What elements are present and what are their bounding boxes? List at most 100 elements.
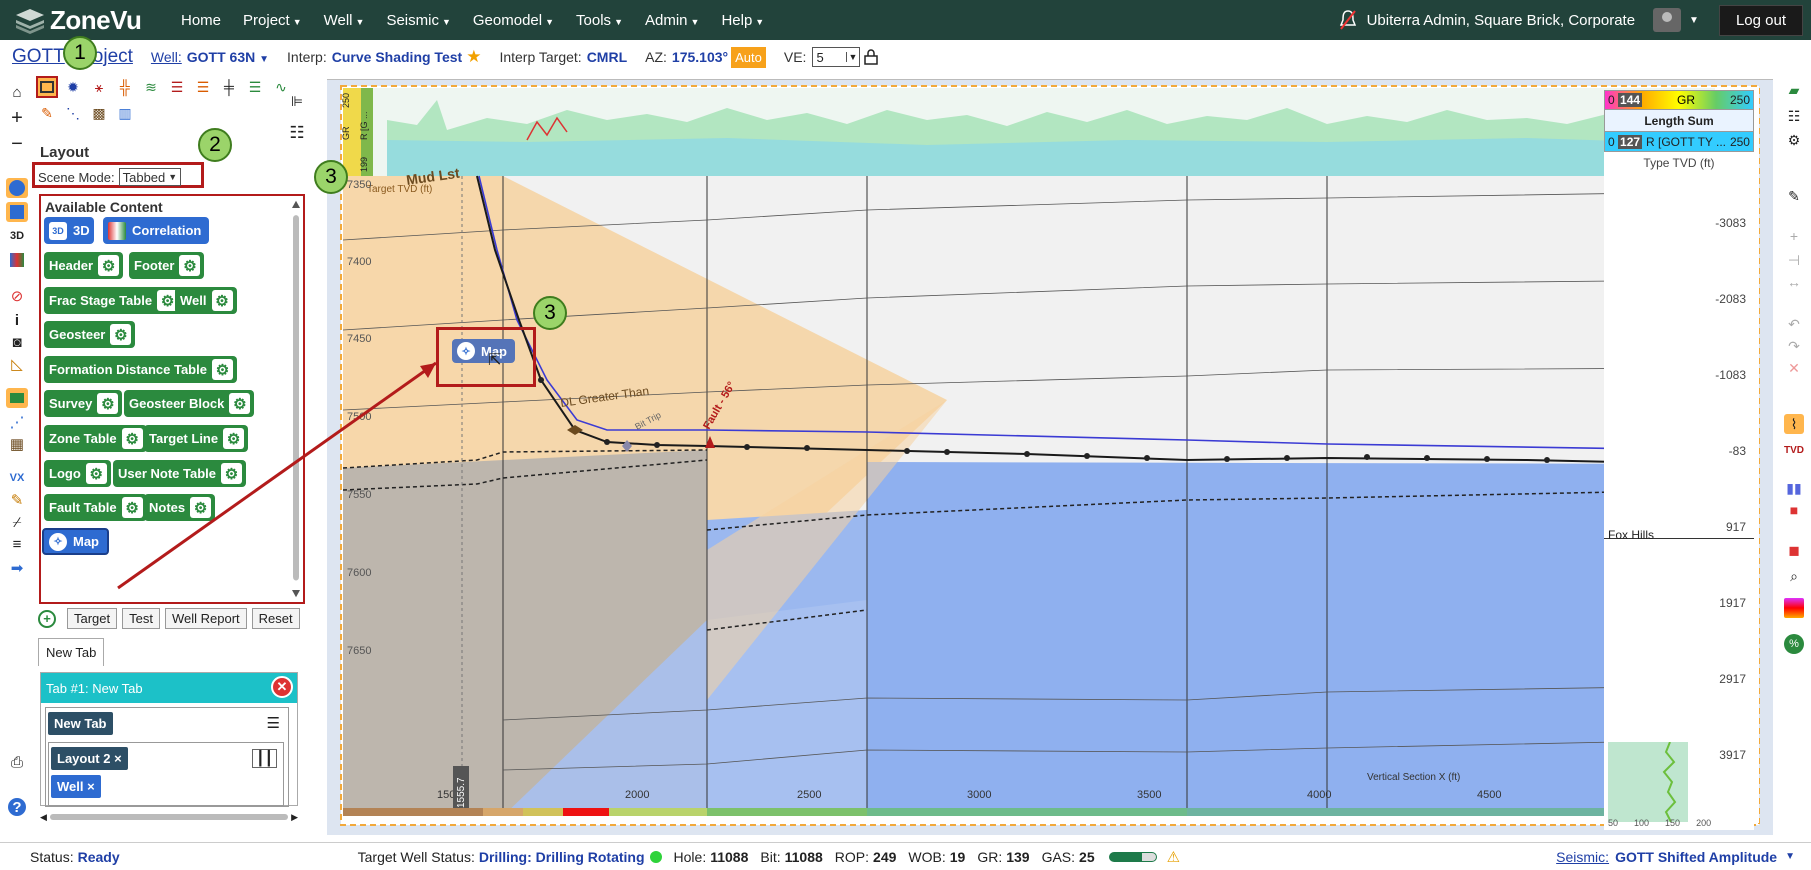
content-logo[interactable]: Logo ⚙	[44, 460, 111, 487]
content-well[interactable]: Well ⚙	[175, 287, 237, 314]
lock-icon[interactable]	[864, 49, 879, 65]
vx-icon[interactable]: VX	[6, 468, 28, 488]
panels-tool-icon[interactable]: ▥	[114, 102, 136, 124]
length-sum-legend[interactable]: Length Sum	[1604, 110, 1754, 132]
avatar[interactable]	[1653, 8, 1682, 32]
menu-seismic[interactable]: Seismic ▼	[375, 12, 461, 29]
add-icon[interactable]: +	[38, 609, 56, 628]
content-3d[interactable]: 3D 3D	[44, 217, 94, 244]
menu-geomodel[interactable]: Geomodel ▼	[462, 12, 565, 29]
menu-admin[interactable]: Admin ▼	[634, 12, 710, 29]
3d-view-icon[interactable]: 3D	[6, 226, 28, 246]
content-target-line[interactable]: Target Line ⚙	[144, 425, 249, 452]
content-geosteer-block[interactable]: Geosteer Block ⚙	[124, 390, 255, 417]
gr-legend[interactable]: 0 144 GR 250	[1604, 90, 1754, 110]
delete-icon[interactable]: ✕	[1784, 358, 1804, 378]
align-center-icon[interactable]: ☰	[267, 714, 280, 732]
ruler-icon[interactable]: ◺	[6, 354, 28, 374]
content-user-note-table[interactable]: User Note Table ⚙	[113, 460, 247, 487]
pick-icon[interactable]: ⌿	[6, 512, 28, 532]
well-selector[interactable]: GOTT 63N ▼	[187, 49, 269, 65]
fault-tool-icon[interactable]: ⚹	[88, 76, 110, 98]
marker-icon[interactable]: ◼	[1784, 540, 1804, 560]
bars-icon[interactable]: ▮▮	[1784, 478, 1804, 498]
link-icon[interactable]: ⌇	[1784, 414, 1804, 434]
list-menu-icon[interactable]: ☷	[286, 122, 308, 144]
tvd-icon[interactable]: TVD	[1784, 440, 1804, 460]
interp-target-value[interactable]: CMRL	[587, 49, 627, 65]
layout-tool-icon[interactable]	[36, 76, 58, 98]
cross-section-view[interactable]: Target TVD (ft) Mud Lst DL Greater Than …	[327, 80, 1773, 835]
edit-tool-icon[interactable]: ✎	[36, 102, 58, 124]
list-icon[interactable]: ☷	[1784, 106, 1804, 126]
warning-icon[interactable]: ⚠	[1167, 848, 1180, 866]
grid-tool-icon[interactable]: ▩	[88, 102, 110, 124]
test-button[interactable]: Test	[122, 608, 160, 629]
well-chip[interactable]: Well ×	[51, 775, 101, 798]
lithology-tool-icon[interactable]: ☰	[244, 76, 266, 98]
well-report-button[interactable]: Well Report	[164, 608, 247, 629]
survey-points-icon[interactable]: ⋰	[6, 412, 28, 432]
formation-tool-icon[interactable]: ☰	[192, 76, 214, 98]
tab-h-scrollbar[interactable]: ◀ ▶	[40, 812, 298, 822]
zonevu-logo[interactable]: ZoneVu	[14, 0, 154, 40]
reset-button[interactable]: Reset	[251, 608, 300, 629]
undo-icon[interactable]: ↶	[1784, 314, 1804, 334]
tab-new-tab[interactable]: New Tab	[38, 638, 105, 666]
resize-icon[interactable]: ↔	[1784, 272, 1804, 292]
scene-mode-select[interactable]: Tabbed ▼	[118, 168, 182, 186]
close-icon[interactable]: ✕	[271, 676, 293, 698]
inner-tab-label[interactable]: New Tab	[48, 712, 113, 735]
content-correlation[interactable]: Correlation	[103, 217, 210, 244]
content-formation-distance-table[interactable]: Formation Distance Table ⚙	[44, 356, 237, 383]
content-zone-table[interactable]: Zone Table ⚙	[44, 425, 147, 452]
geosteer-icon[interactable]: ▰	[1784, 80, 1804, 100]
menu-tools[interactable]: Tools ▼	[565, 12, 634, 29]
split-icon[interactable]: ⊣	[1784, 250, 1804, 270]
content-header[interactable]: Header ⚙	[44, 252, 124, 279]
menu-home[interactable]: Home	[170, 12, 232, 29]
pencil-icon[interactable]: ✎	[1784, 186, 1804, 206]
lines-icon[interactable]: ≡	[6, 534, 28, 554]
expand-right-icon[interactable]: ➡	[6, 558, 28, 578]
correlation-icon[interactable]	[6, 250, 28, 270]
add-icon[interactable]: +	[1784, 226, 1804, 246]
content-fault-table[interactable]: Fault Table ⚙	[44, 494, 147, 521]
help-icon[interactable]: ?	[8, 798, 26, 816]
menu-well[interactable]: Well ▼	[313, 12, 376, 29]
seismic-value[interactable]: GOTT Shifted Amplitude	[1615, 849, 1777, 865]
well-label[interactable]: Well:	[151, 49, 182, 65]
auto-button[interactable]: Auto	[731, 46, 766, 68]
align-left-icon[interactable]: ⊫	[286, 90, 308, 112]
map-view-icon[interactable]	[6, 178, 28, 198]
star-icon[interactable]: ★	[466, 47, 481, 67]
horizon-tool-icon[interactable]: ╬	[114, 76, 136, 98]
record-icon[interactable]: ■	[1784, 500, 1804, 520]
zones-tool-icon[interactable]: ☰	[166, 76, 188, 98]
geomodel-tool-icon[interactable]: ≋	[140, 76, 162, 98]
interp-value[interactable]: Curve Shading Test	[332, 49, 462, 65]
seismic-label[interactable]: Seismic:	[1556, 849, 1609, 865]
logout-button[interactable]: Log out	[1718, 4, 1803, 36]
dragged-map-chip[interactable]: ✧ Map	[452, 339, 515, 363]
columns-icon[interactable]: ┃┃	[252, 749, 277, 768]
info-icon[interactable]: i	[6, 310, 28, 330]
pencil-icon[interactable]: ✎	[6, 490, 28, 510]
points-tool-icon[interactable]: ⋱	[62, 102, 84, 124]
gear-icon[interactable]: ⚙	[1784, 130, 1804, 150]
content-geosteer[interactable]: Geosteer ⚙	[44, 321, 136, 348]
content-scrollbar[interactable]	[291, 196, 301, 602]
geosteer-icon[interactable]	[6, 388, 28, 408]
content-map[interactable]: ✧ Map	[42, 528, 109, 555]
target-button[interactable]: Target	[67, 608, 118, 629]
no-tool-icon[interactable]: ⊘	[6, 286, 28, 306]
percent-icon[interactable]: %	[1784, 634, 1804, 654]
camera-icon[interactable]: ◙	[6, 332, 28, 352]
notifications-off-icon[interactable]	[1339, 9, 1357, 31]
content-frac-stage-table[interactable]: Frac Stage Table ⚙	[44, 287, 183, 314]
layout-2-chip[interactable]: Layout 2 ×	[51, 747, 128, 770]
content-footer[interactable]: Footer ⚙	[129, 252, 205, 279]
ve-select[interactable]: 5 ▼	[812, 47, 861, 67]
r-legend[interactable]: 0 127 R [GOTT TY ... 250	[1604, 132, 1754, 152]
chevron-down-icon[interactable]: ▼	[1785, 851, 1795, 862]
